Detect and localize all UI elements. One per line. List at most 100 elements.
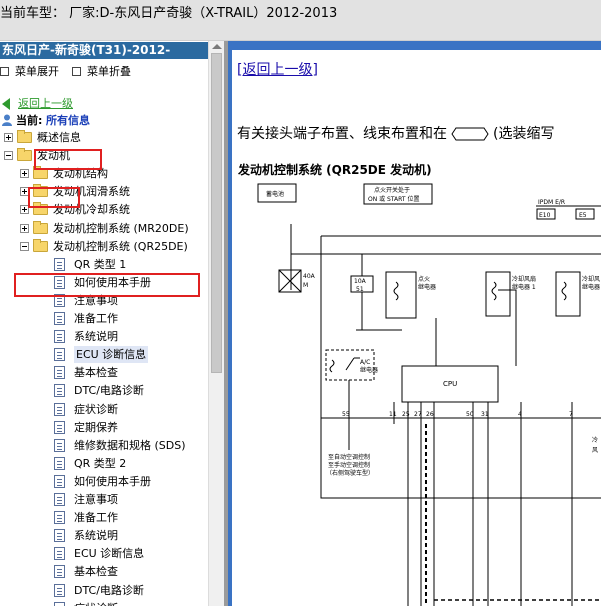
fan-relay-2-coil (561, 281, 567, 301)
document-icon (54, 438, 65, 452)
expand-toggle-icon[interactable] (20, 169, 29, 179)
tree-doc-item[interactable]: 基本检查 (0, 364, 206, 381)
tree-folder-item[interactable]: 发动机结构 (0, 165, 206, 182)
ignition-relay-label-2: 继电器 (418, 283, 436, 291)
menu-collapse-icon (72, 67, 81, 76)
side-label-1: 冷 (592, 436, 598, 444)
document-icon (54, 547, 65, 561)
document-icon (54, 583, 65, 597)
tree-item-label: QR 类型 2 (74, 456, 127, 470)
sidebar-scrollbar[interactable] (208, 41, 224, 606)
pin-26: 26 (426, 411, 434, 418)
document-icon (54, 257, 65, 271)
content-pane: [返回上一级] 有关接头端子布置、线束布置和在 (选装缩写 发动机控制系统 (QR… (228, 41, 601, 606)
ign-switch-label-1: 点火开关处于 (374, 186, 410, 194)
tree-item-label: DTC/电路诊断 (74, 384, 144, 398)
highlight-current (34, 149, 102, 170)
tree-item-label: 基本检查 (74, 565, 118, 579)
document-icon (54, 511, 65, 525)
cpu-label: CPU (443, 380, 457, 388)
tree-folder-item[interactable]: 发动机控制系统 (QR25DE) (0, 238, 206, 255)
tree-doc-item[interactable]: 基本检查 (0, 563, 206, 580)
ac-relay-coil (329, 359, 335, 373)
menu-expand-icon (0, 67, 9, 76)
tree-folder-item[interactable]: 概述信息 (0, 129, 206, 146)
tree-doc-item[interactable]: ECU 诊断信息 (0, 545, 206, 562)
ign-switch-label-2: ON 或 START 位置 (368, 195, 419, 203)
scroll-up-icon[interactable] (212, 44, 222, 49)
menu-expand-button[interactable]: 菜单展开 (0, 63, 59, 79)
menu-collapse-button[interactable]: 菜单折叠 (72, 63, 131, 79)
ac-note-2: 至手动空调控制 (328, 461, 370, 469)
document-icon (54, 474, 65, 488)
tree-item-label: 系统说明 (74, 529, 118, 543)
folder-icon (33, 220, 48, 234)
document-icon (54, 420, 65, 434)
tree-item-label: 准备工作 (74, 511, 118, 525)
tree-doc-item[interactable]: QR 类型 1 (0, 256, 206, 273)
fan-relay-2-label-2: 继电器 (582, 283, 600, 291)
tree-doc-item[interactable]: 维修数据和规格 (SDS) (0, 437, 206, 454)
tree-item-label: 系统说明 (74, 330, 118, 344)
expand-toggle-icon[interactable] (20, 223, 29, 233)
expand-toggle-icon[interactable] (4, 133, 13, 142)
tree-doc-item[interactable]: 系统说明 (0, 527, 206, 544)
tree-item-label: 症状诊断 (74, 402, 118, 416)
pin-31: 31 (481, 411, 489, 418)
harness-wires (407, 424, 573, 606)
tree-doc-item[interactable]: 系统说明 (0, 328, 206, 345)
document-icon (54, 330, 65, 344)
tree-doc-item[interactable]: 如何使用本手册 (0, 473, 206, 490)
pin-7: 7 (569, 411, 573, 418)
pin-25: 25 (402, 411, 410, 418)
tree-doc-item[interactable]: 定期保养 (0, 419, 206, 436)
tree-folder-item[interactable]: 发动机 (0, 147, 206, 164)
tree-doc-item[interactable]: DTC/电路诊断 (0, 382, 206, 399)
tree-doc-item[interactable]: ECU 诊断信息 (0, 346, 206, 364)
wiring-diagram: 蓄电池 点火开关处于 ON 或 START 位置 IPDM E/R E10 E5… (257, 183, 601, 606)
tree-item-label: 症状诊断 (74, 600, 118, 606)
tree-item-label: 准备工作 (74, 312, 118, 325)
fuse-40a-cross (278, 269, 302, 293)
tree-item-label: QR 类型 1 (74, 257, 127, 271)
e5-label: E5 (579, 212, 587, 219)
current-prefix: 当前: (16, 114, 43, 127)
connector-symbol-icon (451, 127, 489, 141)
tree-item-label: 如何使用本手册 (74, 474, 151, 488)
collapse-toggle-icon[interactable] (4, 151, 13, 161)
ignition-relay-box (385, 271, 417, 319)
person-icon (2, 114, 12, 126)
highlight-engine (28, 187, 80, 208)
tree-doc-item[interactable]: 注意事项 (0, 491, 206, 508)
current-value: 所有信息 (46, 114, 90, 127)
back-to-parent-link[interactable]: [返回上一级] (237, 59, 318, 79)
collapse-toggle-icon[interactable] (20, 241, 29, 251)
tree-item-label: 概述信息 (37, 131, 81, 144)
tree-doc-item[interactable]: DTC/电路诊断 (0, 582, 206, 599)
cpu-feed-wires (356, 289, 517, 366)
document-icon (54, 601, 65, 606)
fan-relay-2-label-1: 冷却风 (582, 275, 600, 283)
e10-label: E10 (539, 212, 551, 219)
tree-doc-item[interactable]: 准备工作 (0, 310, 206, 327)
tree-item-label: DTC/电路诊断 (74, 583, 144, 597)
title-bar: 当前车型： 厂家:D-东风日产奇骏（X-TRAIL）2012-2013 (0, 0, 601, 41)
scrollbar-thumb[interactable] (211, 53, 222, 373)
document-icon (54, 493, 65, 506)
ac-relay-label-2: 继电器 (360, 366, 378, 374)
ac-note-3: （右侧驾驶车型） (326, 469, 374, 477)
tree-doc-item[interactable]: 症状诊断 (0, 401, 206, 418)
ignition-relay-coil (393, 281, 399, 301)
tree-doc-item[interactable]: QR 类型 2 (0, 455, 206, 472)
tree-doc-item[interactable]: 症状诊断 (0, 600, 206, 606)
tree-doc-item[interactable]: 准备工作 (0, 509, 206, 526)
pin-4: 4 (518, 411, 522, 418)
ac-relay-contact (345, 357, 360, 371)
tree-folder-item[interactable]: 发动机控制系统 (MR20DE) (0, 220, 206, 237)
document-icon (54, 529, 65, 543)
sidebar-title: 东风日产-新奇骏(T31)-2012- (0, 42, 209, 59)
tree-item-label: 注意事项 (74, 493, 118, 506)
ignition-relay-label-1: 点火 (418, 275, 430, 283)
document-icon (54, 565, 65, 579)
fuse-40a-label-2: M (303, 282, 308, 289)
